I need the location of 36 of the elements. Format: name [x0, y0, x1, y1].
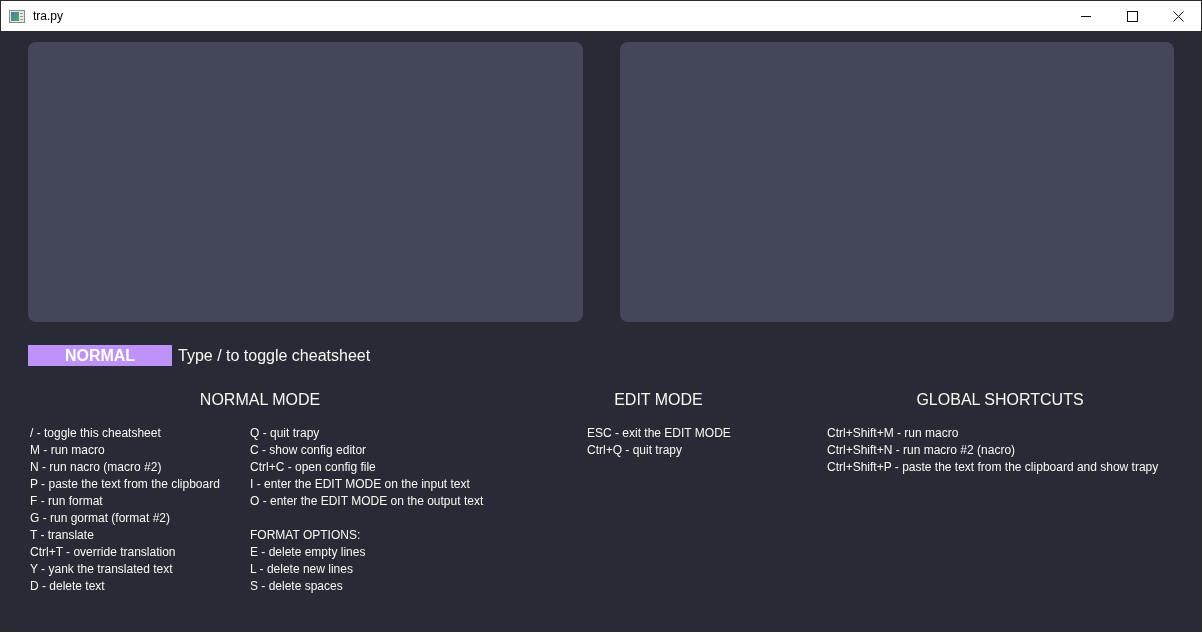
cheatsheet-hint: Type / to toggle cheatsheet	[178, 346, 371, 366]
shortcut-line: Q - quit trapy	[250, 425, 320, 442]
shortcut-line: O - enter the EDIT MODE on the output text	[250, 493, 484, 510]
shortcut-line: Ctrl+Shift+P - paste the text from the clipboard and show trapy	[827, 459, 1159, 476]
shortcut-line: Ctrl+C - open config file	[250, 459, 376, 476]
maximize-icon	[1126, 10, 1138, 22]
shortcut-line: G - run gormat (format #2)	[30, 510, 171, 527]
shortcut-line: C - show config editor	[250, 442, 367, 459]
section-heading: GLOBAL SHORTCUTS	[916, 390, 1084, 410]
shortcut-line: T - translate	[30, 527, 94, 544]
shortcut-line: ESC - exit the EDIT MODE	[587, 425, 731, 442]
shortcut-line: S - delete spaces	[250, 578, 343, 595]
shortcut-line: / - toggle this cheatsheet	[30, 425, 161, 442]
shortcut-line: Ctrl+Shift+M - run macro	[827, 425, 959, 442]
shortcut-line: I - enter the EDIT MODE on the input text	[250, 476, 470, 493]
shortcut-line: E - delete empty lines	[250, 544, 366, 561]
section-heading: NORMAL MODE	[199, 390, 321, 410]
app-window-icon	[9, 9, 25, 23]
minimize-icon	[1081, 15, 1091, 17]
shortcut-line: M - run macro	[30, 442, 105, 459]
section-heading: EDIT MODE	[614, 390, 703, 410]
shortcut-line: Ctrl+Q - quit trapy	[587, 442, 683, 459]
shortcut-line: L - delete new lines	[250, 561, 353, 578]
shortcut-line: Y - yank the translated text	[30, 561, 173, 578]
mode-indicator: NORMAL	[28, 345, 172, 366]
shortcut-line: P - paste the text from the clipboard	[30, 476, 220, 493]
group-heading: FORMAT OPTIONS:	[250, 527, 361, 544]
shortcut-line: D - delete text	[30, 578, 105, 595]
output-text-area[interactable]	[619, 42, 1174, 322]
shortcut-line: N - run nacro (macro #2)	[30, 459, 162, 476]
input-text-area[interactable]	[28, 42, 583, 322]
window-title: tra.py	[33, 8, 63, 25]
shortcut-line: Ctrl+T - override translation	[30, 544, 176, 561]
shortcut-line: F - run format	[30, 493, 103, 510]
shortcut-line: Ctrl+Shift+N - run macro #2 (nacro)	[827, 442, 1016, 459]
close-icon	[1172, 10, 1184, 22]
